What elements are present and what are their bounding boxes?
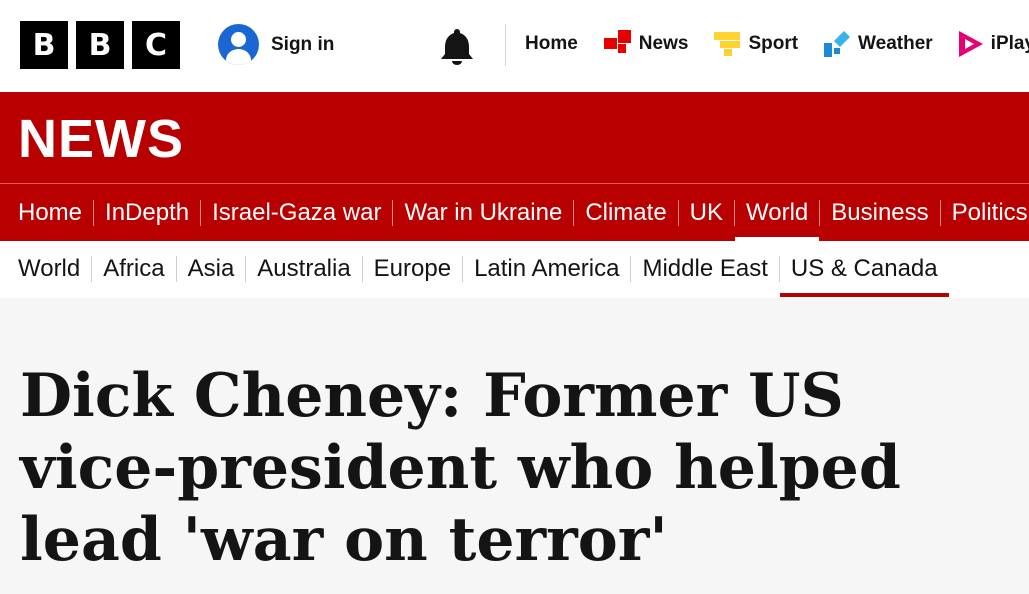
nav-separator	[734, 199, 736, 226]
section-nav-indepth[interactable]: InDepth	[105, 184, 189, 241]
global-nav-sport[interactable]: Sport	[714, 31, 799, 56]
sign-in-button[interactable]: Sign in	[218, 24, 334, 65]
sub-nav: World Africa Asia Australia Europe Latin…	[0, 241, 1029, 298]
nav-separator	[573, 199, 575, 226]
news-wordmark[interactable]: NEWS	[18, 108, 184, 170]
section-nav-israel-gaza-war[interactable]: Israel-Gaza war	[212, 184, 381, 241]
nav-separator	[939, 199, 941, 226]
weather-icon	[824, 30, 851, 57]
nav-separator	[93, 199, 95, 226]
header-divider	[505, 24, 506, 66]
sub-nav-europe[interactable]: Europe	[374, 241, 451, 297]
news-squares-icon	[603, 30, 631, 53]
news-banner: NEWS	[0, 92, 1029, 184]
sub-nav-world[interactable]: World	[18, 241, 80, 297]
nav-separator	[361, 256, 363, 282]
sub-nav-latin-america[interactable]: Latin America	[474, 241, 619, 297]
nav-separator	[245, 256, 247, 282]
global-nav-label: Weather	[858, 32, 933, 54]
section-nav-politics[interactable]: Politics	[952, 184, 1028, 241]
sport-bars-icon	[714, 31, 741, 56]
section-nav-uk[interactable]: UK	[690, 184, 723, 241]
sub-nav-us-canada[interactable]: US & Canada	[779, 241, 949, 297]
nav-separator	[91, 256, 93, 282]
logo-letter: B	[76, 21, 124, 69]
notifications-bell-icon[interactable]	[439, 27, 475, 65]
global-header: B B C Sign in Home News Sport Weather iP…	[0, 0, 1029, 92]
section-nav-climate[interactable]: Climate	[585, 184, 666, 241]
account-icon	[218, 24, 259, 65]
global-nav-home[interactable]: Home	[525, 33, 578, 55]
bbc-logo[interactable]: B B C	[20, 21, 180, 69]
section-nav: Home InDepth Israel-Gaza war War in Ukra…	[0, 184, 1029, 241]
article-headline: Dick Cheney: Former US vice-president wh…	[20, 361, 901, 575]
nav-separator	[677, 199, 679, 226]
global-nav-label: Sport	[748, 32, 799, 54]
global-nav-news[interactable]: News	[603, 30, 689, 57]
sub-nav-africa[interactable]: Africa	[103, 241, 164, 297]
iplayer-icon	[958, 30, 983, 57]
section-nav-home[interactable]: Home	[18, 184, 82, 241]
sub-nav-asia[interactable]: Asia	[188, 241, 235, 297]
section-nav-business[interactable]: Business	[831, 184, 928, 241]
sub-nav-middle-east[interactable]: Middle East	[642, 241, 767, 297]
sub-nav-australia[interactable]: Australia	[257, 241, 350, 297]
nav-separator	[819, 199, 821, 226]
section-nav-war-in-ukraine[interactable]: War in Ukraine	[404, 184, 562, 241]
global-nav-label: News	[638, 32, 689, 54]
nav-separator	[778, 256, 780, 282]
global-nav-weather[interactable]: Weather	[824, 30, 933, 57]
global-nav: Home News Sport Weather iPla	[525, 30, 1029, 57]
nav-separator	[630, 256, 632, 282]
section-nav-world[interactable]: World	[734, 184, 820, 241]
nav-separator	[175, 256, 177, 282]
nav-separator	[392, 199, 394, 226]
article-header: Dick Cheney: Former US vice-president wh…	[0, 298, 1029, 594]
nav-separator	[200, 199, 202, 226]
global-nav-label: iPlayer	[990, 32, 1029, 54]
global-nav-iplayer[interactable]: iPlayer	[958, 30, 1029, 57]
global-nav-label: Home	[525, 32, 578, 54]
nav-separator	[462, 256, 464, 282]
sign-in-label: Sign in	[271, 33, 335, 55]
logo-letter: B	[20, 21, 68, 69]
logo-letter: C	[132, 21, 180, 69]
